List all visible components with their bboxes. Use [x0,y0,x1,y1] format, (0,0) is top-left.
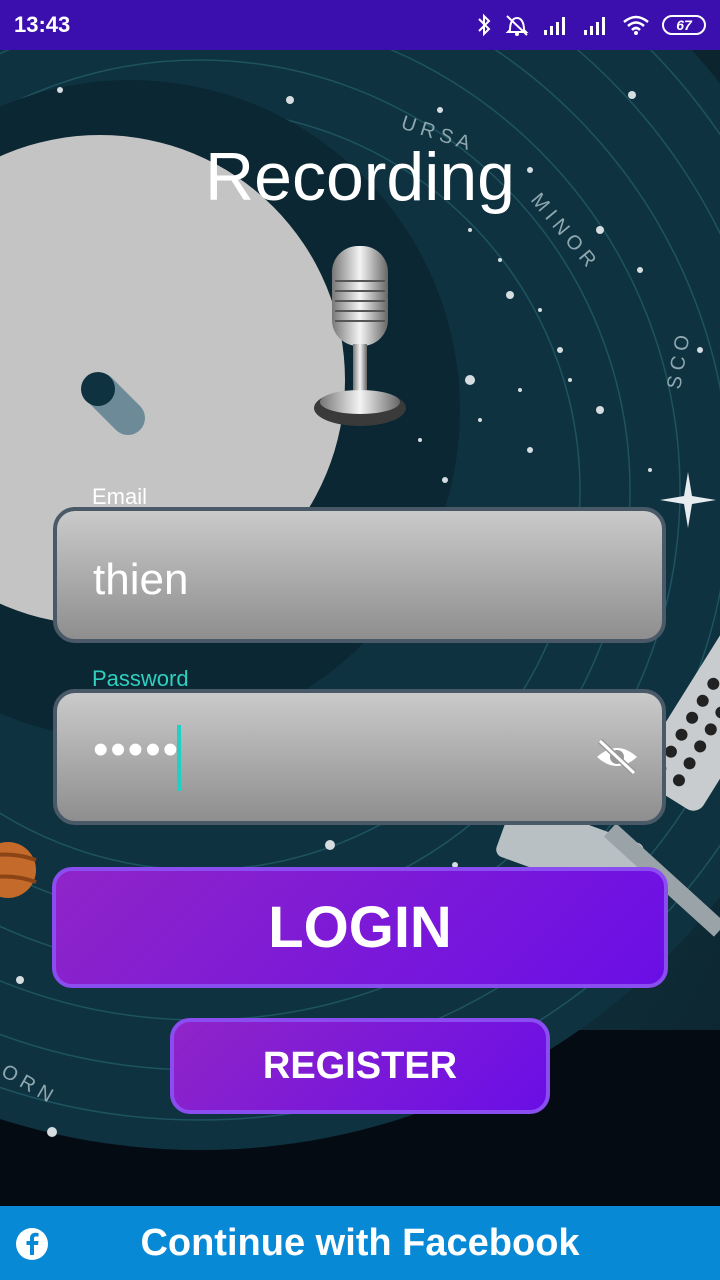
battery-icon: 67 [662,15,706,35]
text-cursor [177,725,181,791]
facebook-button-label: Continue with Facebook [140,1221,580,1264]
login-button[interactable]: LOGIN [52,867,668,988]
facebook-login-button[interactable]: Continue with Facebook [0,1206,720,1280]
signal-icon [544,17,565,35]
register-button[interactable]: REGISTER [170,1018,550,1114]
email-value: thien [93,555,189,604]
microphone-logo [314,246,406,426]
visibility-off-icon[interactable] [594,737,640,777]
alarm-off-icon [505,15,529,36]
password-value: ••••• [93,725,181,774]
wifi-icon [623,15,649,35]
facebook-icon [16,1228,48,1260]
signal-icon [584,17,605,35]
status-bar: 13:43 67 [0,0,720,50]
page-title: Recording [205,139,515,215]
battery-level: 67 [676,17,692,33]
status-time: 13:43 [14,12,71,37]
bluetooth-icon [478,13,491,37]
status-icons: 67 [476,13,706,37]
email-field[interactable]: thien [53,507,666,643]
password-field[interactable]: ••••• [53,689,666,825]
